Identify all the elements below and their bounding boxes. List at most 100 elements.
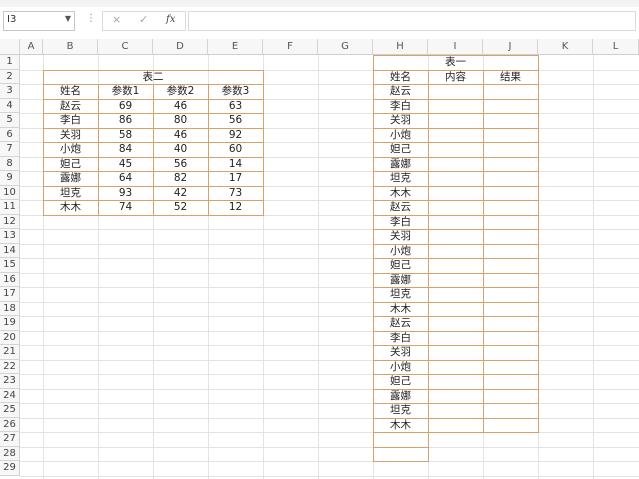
table1-name-cell[interactable]: 赵云 [373,200,428,214]
name-box[interactable]: I3 ▼ [3,11,75,31]
table2-value-cell[interactable]: 58 [98,128,153,142]
row-header-4[interactable]: 4 [0,98,20,113]
table1-name-cell[interactable]: 关羽 [373,229,428,243]
row-header-11[interactable]: 11 [0,200,20,215]
column-header-a[interactable]: A [20,39,43,55]
formula-input[interactable] [188,11,636,31]
table1-name-cell[interactable]: 木木 [373,418,428,432]
column-header-j[interactable]: J [483,39,538,55]
row-header-3[interactable]: 3 [0,84,20,99]
row-header-29[interactable]: 29 [0,461,20,476]
table2-value-cell[interactable]: 82 [153,171,208,185]
row-header-10[interactable]: 10 [0,185,20,200]
row-header-6[interactable]: 6 [0,127,20,142]
table2-name-cell[interactable]: 坦克 [43,186,98,200]
table2-name-cell[interactable]: 木木 [43,200,98,214]
row-header-12[interactable]: 12 [0,214,20,229]
table2-value-cell[interactable]: 69 [98,99,153,113]
table2-value-cell[interactable]: 56 [153,157,208,171]
table2-name-cell[interactable]: 赵云 [43,99,98,113]
column-header-i[interactable]: I [428,39,483,55]
row-header-9[interactable]: 9 [0,171,20,186]
row-header-15[interactable]: 15 [0,258,20,273]
table2-name-cell[interactable]: 小炮 [43,142,98,156]
table2-value-cell[interactable]: 52 [153,200,208,214]
row-header-17[interactable]: 17 [0,287,20,302]
table2-name-cell[interactable]: 露娜 [43,171,98,185]
table2-name-cell[interactable]: 妲己 [43,157,98,171]
table1-name-cell[interactable]: 坦克 [373,171,428,185]
row-header-8[interactable]: 8 [0,156,20,171]
table1-name-cell[interactable]: 小炮 [373,244,428,258]
table1-name-cell[interactable]: 木木 [373,302,428,316]
table2-name-cell[interactable]: 李白 [43,113,98,127]
table2-name-cell[interactable]: 关羽 [43,128,98,142]
table2-value-cell[interactable]: 92 [208,128,263,142]
table2-value-cell[interactable]: 84 [98,142,153,156]
chevron-down-icon[interactable]: ▼ [65,14,71,23]
table2-value-cell[interactable]: 42 [153,186,208,200]
table2-value-cell[interactable]: 93 [98,186,153,200]
table2-value-cell[interactable]: 56 [208,113,263,127]
row-header-26[interactable]: 26 [0,417,20,432]
row-header-7[interactable]: 7 [0,142,20,157]
table2-value-cell[interactable]: 73 [208,186,263,200]
table2-value-cell[interactable]: 80 [153,113,208,127]
table2-value-cell[interactable]: 74 [98,200,153,214]
column-header-d[interactable]: D [153,39,208,55]
table2-value-cell[interactable]: 17 [208,171,263,185]
row-header-22[interactable]: 22 [0,359,20,374]
table2-value-cell[interactable]: 46 [153,99,208,113]
table1-name-cell[interactable]: 赵云 [373,84,428,98]
column-header-e[interactable]: E [208,39,263,55]
table1-name-cell[interactable]: 李白 [373,215,428,229]
table1-name-cell[interactable]: 露娜 [373,273,428,287]
row-header-5[interactable]: 5 [0,113,20,128]
table1-name-cell[interactable]: 李白 [373,331,428,345]
column-header-k[interactable]: K [538,39,593,55]
table2-value-cell[interactable]: 46 [153,128,208,142]
row-header-23[interactable]: 23 [0,374,20,389]
table2-value-cell[interactable]: 60 [208,142,263,156]
table1-name-cell[interactable]: 关羽 [373,345,428,359]
column-header-b[interactable]: B [43,39,98,55]
row-header-13[interactable]: 13 [0,229,20,244]
table1-name-cell[interactable]: 露娜 [373,389,428,403]
table1-name-cell[interactable]: 关羽 [373,113,428,127]
table2-value-cell[interactable]: 14 [208,157,263,171]
row-header-14[interactable]: 14 [0,243,20,258]
table1-name-cell[interactable]: 小炮 [373,360,428,374]
table2-value-cell[interactable]: 40 [153,142,208,156]
table1-name-cell[interactable]: 坦克 [373,403,428,417]
table1-name-cell[interactable]: 坦克 [373,287,428,301]
table1-name-cell[interactable]: 露娜 [373,157,428,171]
row-header-20[interactable]: 20 [0,330,20,345]
table2-value-cell[interactable]: 63 [208,99,263,113]
enter-icon[interactable]: ✓ [139,13,148,26]
column-header-l[interactable]: L [593,39,639,55]
table1-name-cell[interactable]: 妲己 [373,374,428,388]
column-header-c[interactable]: C [98,39,153,55]
column-header-g[interactable]: G [318,39,373,55]
insert-function-icon[interactable]: fx [166,14,175,25]
row-header-1[interactable]: 1 [0,55,20,70]
row-header-18[interactable]: 18 [0,301,20,316]
row-header-24[interactable]: 24 [0,388,20,403]
table2-value-cell[interactable]: 86 [98,113,153,127]
table1-name-cell[interactable]: 妲己 [373,258,428,272]
table2-value-cell[interactable]: 64 [98,171,153,185]
row-header-27[interactable]: 27 [0,432,20,447]
table1-name-cell[interactable]: 木木 [373,186,428,200]
table1-name-cell[interactable]: 李白 [373,99,428,113]
row-header-2[interactable]: 2 [0,69,20,84]
table1-name-cell[interactable]: 妲己 [373,142,428,156]
row-header-19[interactable]: 19 [0,316,20,331]
select-all-corner[interactable] [0,39,20,55]
row-header-25[interactable]: 25 [0,403,20,418]
table2-value-cell[interactable]: 12 [208,200,263,214]
column-header-h[interactable]: H [373,39,428,55]
row-header-16[interactable]: 16 [0,272,20,287]
column-header-f[interactable]: F [263,39,318,55]
cancel-icon[interactable]: × [112,13,121,26]
table2-value-cell[interactable]: 45 [98,157,153,171]
